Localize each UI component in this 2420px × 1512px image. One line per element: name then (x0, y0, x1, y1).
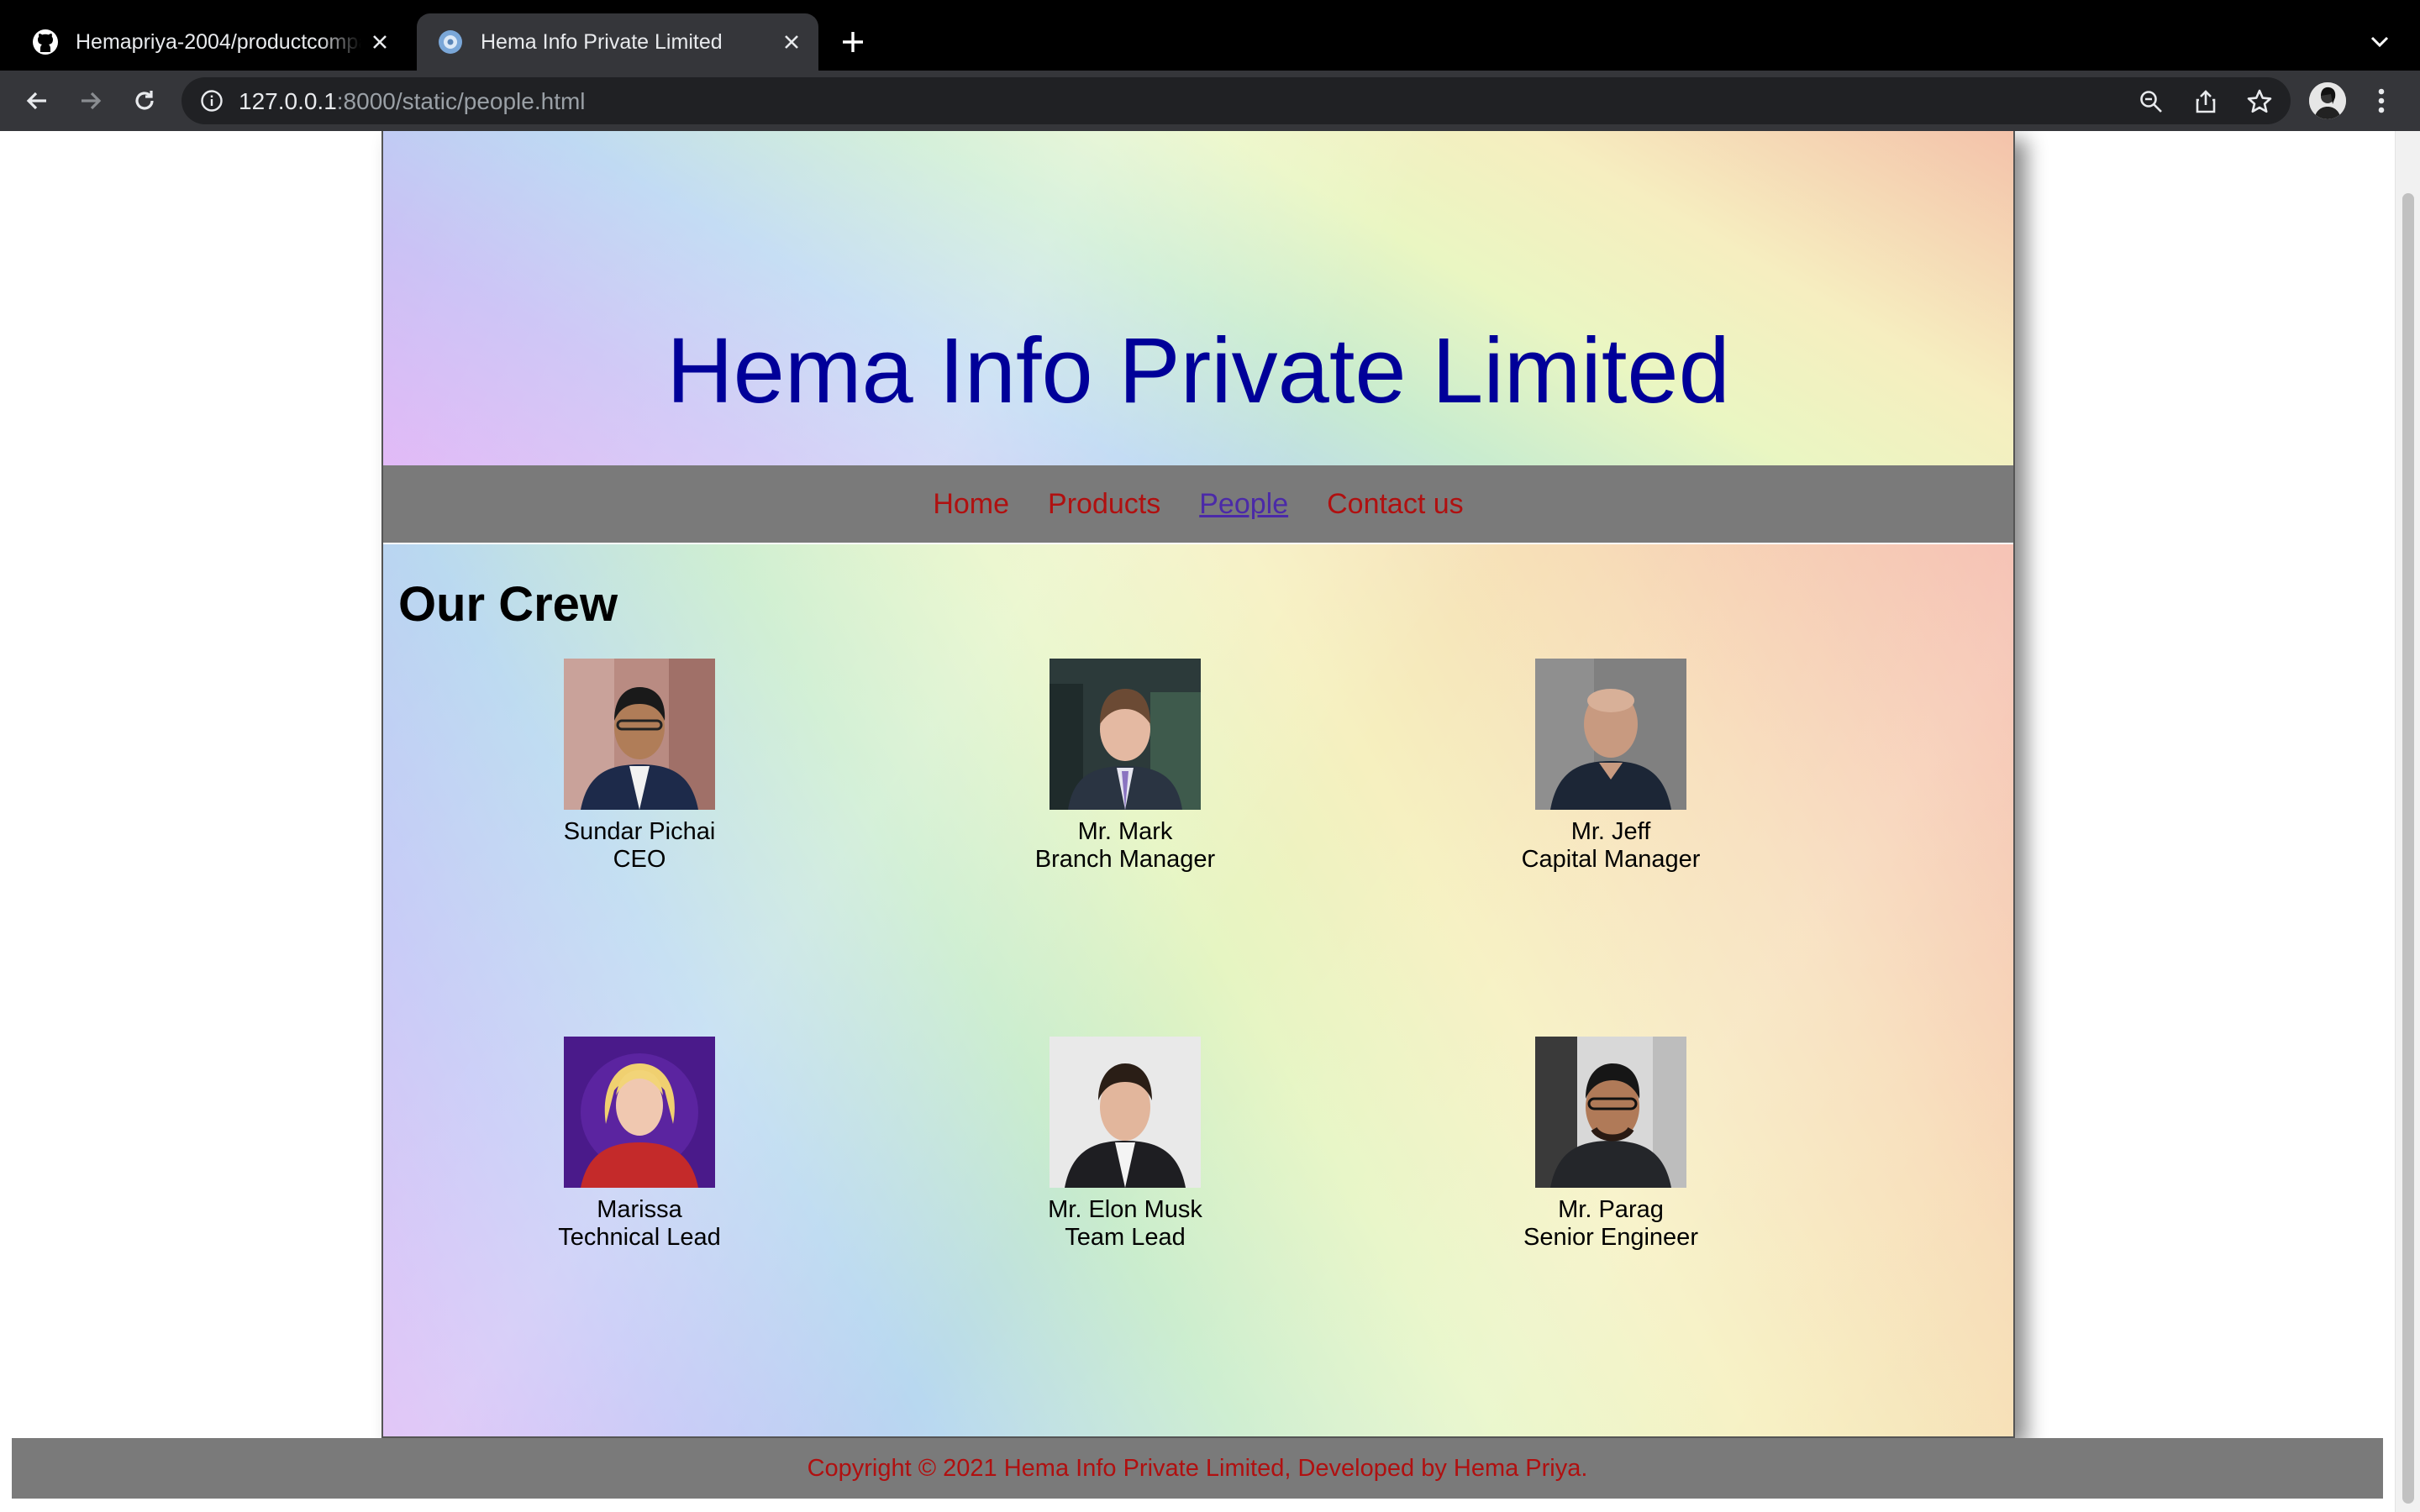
tab-strip: Hemapriya-2004/productcompany Hema Info … (0, 0, 2420, 71)
footer-text: Copyright © 2021 Hema Info Private Limit… (807, 1454, 1588, 1482)
page-viewport: Hema Info Private Limited Home Products … (0, 131, 2420, 1512)
person-photo (564, 1037, 715, 1188)
browser-menu-icon[interactable] (2366, 81, 2396, 121)
person-name: Mr. Mark (1077, 818, 1173, 845)
person-role: Capital Manager (1521, 846, 1701, 873)
site-title: Hema Info Private Limited (666, 319, 1730, 423)
crew-card: Mr. Jeff Capital Manager (1485, 659, 1737, 874)
person-name: Marissa (597, 1196, 682, 1223)
reload-icon[interactable] (124, 81, 165, 121)
nav-home-link[interactable]: Home (933, 488, 1009, 521)
site-info-icon[interactable] (198, 87, 225, 114)
person-name: Mr. Elon Musk (1048, 1196, 1202, 1223)
person-role: Senior Engineer (1523, 1224, 1698, 1251)
person-name: Mr. Parag (1558, 1196, 1664, 1223)
main-nav: Home Products People Contact us (383, 465, 2013, 543)
bookmark-star-icon[interactable] (2245, 87, 2274, 116)
url-path: :8000/static/people.html (336, 88, 586, 114)
page-container: Hema Info Private Limited Home Products … (381, 131, 2015, 1438)
crew-card: Marissa Technical Lead (513, 1037, 765, 1252)
back-icon[interactable] (17, 81, 57, 121)
tab-title: Hema Info Private Limited (481, 29, 723, 54)
person-role: Branch Manager (1034, 846, 1216, 873)
close-tab-icon[interactable] (361, 24, 398, 60)
person-role: Team Lead (1065, 1224, 1186, 1251)
person-photo (1535, 1037, 1686, 1188)
close-tab-icon[interactable] (773, 24, 810, 60)
crew-section: Our Crew Sundar Pichai CEO Mr. Mark Bran… (383, 543, 2013, 1436)
crew-card: Mr. Elon Musk Team Lead (999, 1037, 1251, 1252)
person-role: Technical Lead (558, 1224, 721, 1251)
crew-card: Mr. Parag Senior Engineer (1485, 1037, 1737, 1252)
person-photo (1050, 1037, 1201, 1188)
person-name: Sundar Pichai (563, 818, 716, 845)
crew-card: Mr. Mark Branch Manager (999, 659, 1251, 874)
address-bar[interactable]: 127.0.0.1:8000/static/people.html (182, 77, 2291, 124)
nav-products-link[interactable]: Products (1048, 488, 1160, 521)
tab-github[interactable]: Hemapriya-2004/productcompany (12, 13, 407, 71)
profile-avatar[interactable] (2309, 82, 2346, 119)
tab-search-chevron-icon[interactable] (2361, 25, 2398, 59)
forward-icon[interactable] (71, 81, 111, 121)
new-tab-icon[interactable] (832, 24, 874, 60)
tab-active[interactable]: Hema Info Private Limited (417, 13, 818, 71)
person-photo (1050, 659, 1201, 810)
url-text: 127.0.0.1:8000/static/people.html (239, 88, 586, 115)
browser-toolbar: 127.0.0.1:8000/static/people.html (0, 71, 2420, 131)
scrollbar-thumb[interactable] (2402, 193, 2414, 1504)
crew-heading: Our Crew (398, 577, 618, 632)
person-name: Mr. Jeff (1570, 818, 1651, 845)
person-role: CEO (613, 846, 666, 873)
site-footer: Copyright © 2021 Hema Info Private Limit… (12, 1438, 2383, 1499)
site-header: Hema Info Private Limited (383, 131, 2013, 465)
github-icon (32, 29, 59, 55)
nav-people-link[interactable]: People (1199, 488, 1288, 521)
zoom-icon[interactable] (2137, 87, 2165, 116)
crew-card: Sundar Pichai CEO (513, 659, 765, 874)
site-favicon-icon (437, 29, 464, 55)
url-host: 127.0.0.1 (239, 88, 337, 114)
share-icon[interactable] (2191, 87, 2220, 116)
person-photo (564, 659, 715, 810)
page-scrollbar[interactable] (2395, 131, 2420, 1512)
nav-contact-link[interactable]: Contact us (1327, 488, 1464, 521)
tab-title: Hemapriya-2004/productcompany (76, 29, 361, 54)
person-photo (1535, 659, 1686, 810)
